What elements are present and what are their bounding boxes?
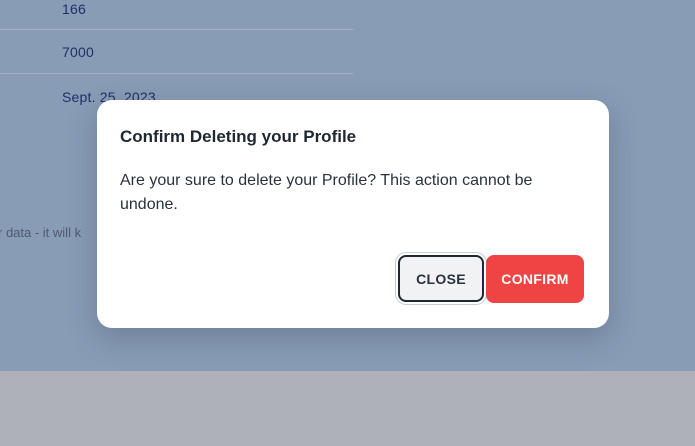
close-button[interactable]: CLOSE <box>398 255 484 302</box>
confirm-button[interactable]: CONFIRM <box>486 255 584 303</box>
dialog-title: Confirm Deleting your Profile <box>120 127 357 146</box>
page: 166 7000 Sept. 25, 2023 r data - it will… <box>0 0 695 446</box>
confirm-delete-dialog: Confirm Deleting your Profile Are your s… <box>97 100 609 328</box>
table-row: 166 <box>0 0 353 30</box>
row-value: 7000 <box>62 44 94 60</box>
background-note: r data - it will k <box>0 225 82 240</box>
table-row: 7000 <box>0 30 353 74</box>
dialog-message: Are your sure to delete your Profile? Th… <box>120 172 533 213</box>
row-value: 166 <box>62 1 86 17</box>
